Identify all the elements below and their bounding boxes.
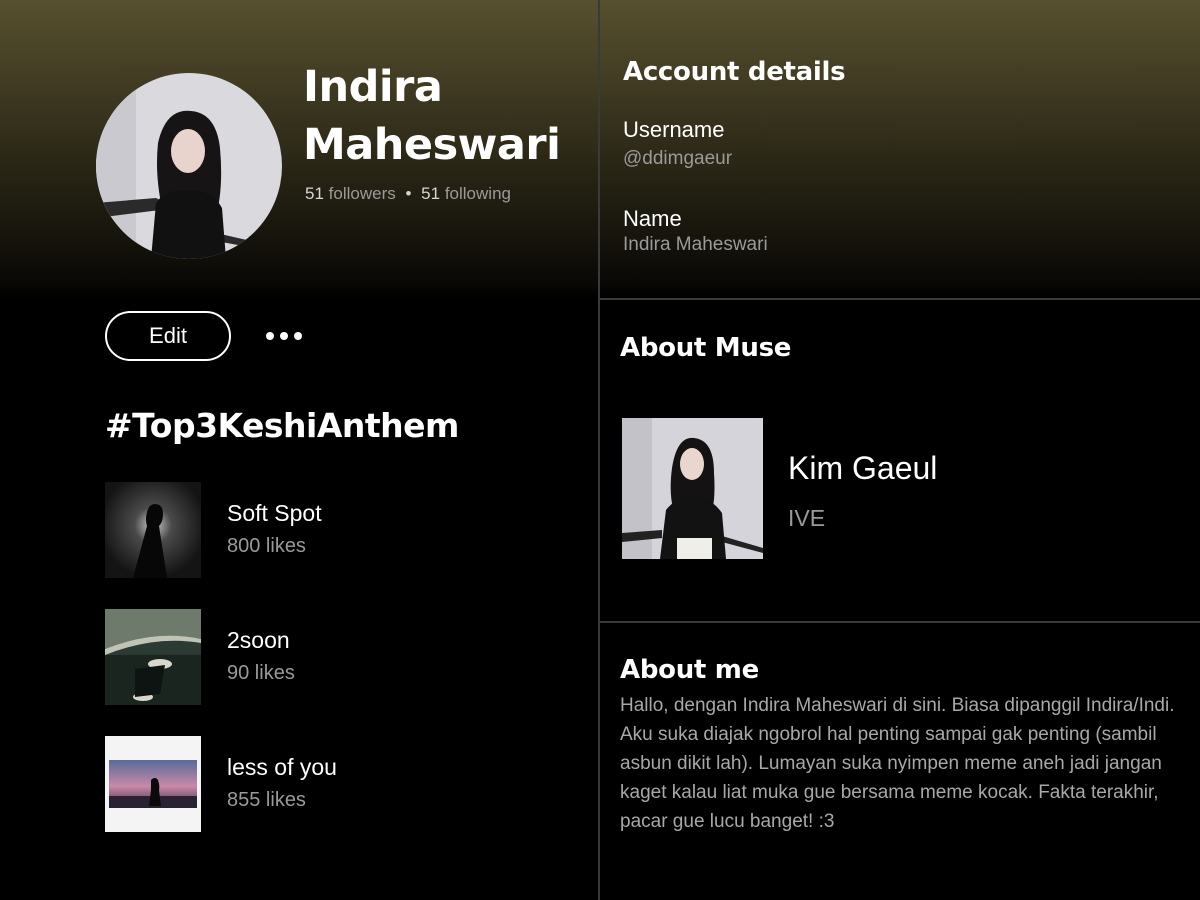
section-divider bbox=[600, 298, 1200, 300]
avatar[interactable] bbox=[96, 73, 282, 259]
stats-separator: • bbox=[405, 184, 412, 203]
song-item[interactable]: 2soon 90 likes bbox=[105, 609, 575, 705]
muse-name: Kim Gaeul bbox=[788, 450, 938, 486]
edit-button[interactable]: Edit bbox=[105, 311, 231, 361]
song-cover bbox=[105, 736, 201, 832]
muse-group: IVE bbox=[788, 505, 826, 531]
name-label: Name bbox=[623, 206, 682, 231]
song-cover bbox=[105, 609, 201, 705]
about-muse-heading: About Muse bbox=[620, 333, 792, 363]
song-title: less of you bbox=[227, 754, 337, 780]
follow-stats: 51 followers • 51 following bbox=[305, 184, 511, 204]
username-label: Username bbox=[623, 117, 725, 142]
section-divider bbox=[600, 621, 1200, 623]
song-item[interactable]: Soft Spot 800 likes bbox=[105, 482, 575, 578]
song-likes: 90 likes bbox=[227, 662, 295, 684]
following-label[interactable]: following bbox=[445, 184, 511, 203]
about-me-text: Hallo, dengan Indira Maheswari di sini. … bbox=[620, 695, 1175, 832]
song-title: Soft Spot bbox=[227, 500, 322, 526]
profile-name: Indira Maheswari bbox=[303, 62, 561, 170]
more-horizontal-icon bbox=[266, 332, 302, 340]
followers-count[interactable]: 51 bbox=[305, 184, 324, 203]
username-value: @ddimgaeur bbox=[623, 148, 733, 169]
about-me-heading: About me bbox=[620, 655, 759, 685]
song-likes: 855 likes bbox=[227, 789, 306, 811]
song-item[interactable]: less of you 855 likes bbox=[105, 736, 575, 832]
song-title: 2soon bbox=[227, 627, 290, 653]
muse-photo[interactable] bbox=[622, 418, 763, 559]
profile-page: Indira Maheswari 51 followers • 51 follo… bbox=[0, 0, 1200, 900]
account-details-heading: Account details bbox=[623, 57, 846, 87]
song-cover bbox=[105, 482, 201, 578]
song-likes: 800 likes bbox=[227, 535, 306, 557]
following-count[interactable]: 51 bbox=[421, 184, 440, 203]
playlist-heading: #Top3KeshiAnthem bbox=[105, 406, 459, 445]
vertical-divider bbox=[598, 0, 600, 900]
followers-label[interactable]: followers bbox=[329, 184, 396, 203]
name-value: Indira Maheswari bbox=[623, 234, 768, 255]
more-options-button[interactable] bbox=[260, 322, 308, 350]
